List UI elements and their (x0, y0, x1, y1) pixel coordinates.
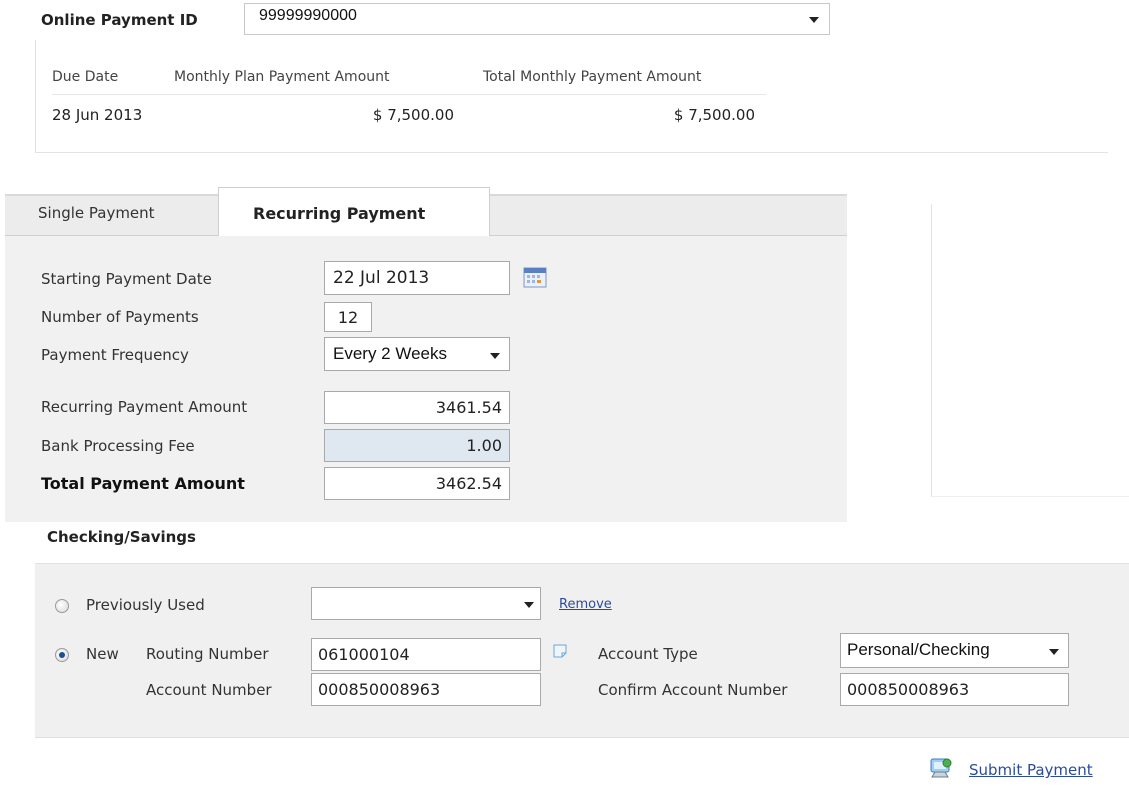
bank-processing-fee-label: Bank Processing Fee (41, 437, 195, 455)
table-cell-monthly-plan-amount: $ 7,500.00 (372, 106, 454, 124)
submit-payment-link[interactable]: Submit Payment (969, 761, 1093, 779)
submit-payment-icon[interactable] (929, 757, 953, 779)
confirm-account-number-field[interactable]: 000850008963 (840, 673, 1069, 706)
due-summary-panel (35, 40, 1108, 153)
total-payment-amount-field: 3462.54 (324, 467, 510, 500)
number-of-payments-field[interactable]: 12 (324, 302, 372, 332)
payment-frequency-select[interactable]: Every 2 Weeks (324, 337, 510, 371)
new-account-label: New (86, 645, 119, 663)
tab-single-payment[interactable]: Single Payment (38, 204, 155, 222)
calendar-icon[interactable] (523, 266, 547, 288)
new-account-radio[interactable] (55, 648, 69, 662)
online-payment-id-value: 99999990000 (259, 7, 357, 24)
previously-used-select[interactable] (311, 587, 541, 620)
tab-recurring-payment[interactable]: Recurring Payment (218, 187, 490, 237)
account-number-field[interactable]: 000850008963 (311, 673, 541, 706)
total-payment-amount-label: Total Payment Amount (41, 474, 245, 493)
table-cell-due-date: 28 Jun 2013 (52, 106, 143, 124)
account-type-value: Personal/Checking (847, 640, 990, 659)
previously-used-radio[interactable] (55, 599, 69, 613)
payment-frequency-value: Every 2 Weeks (333, 344, 448, 363)
table-cell-total-monthly-amount: $ 7,500.00 (673, 106, 755, 124)
starting-payment-date-field[interactable]: 22 Jul 2013 (324, 261, 510, 295)
account-type-select[interactable]: Personal/Checking (840, 633, 1069, 668)
checking-savings-title: Checking/Savings (47, 528, 196, 546)
chevron-down-icon (809, 17, 819, 23)
payment-frequency-label: Payment Frequency (41, 346, 189, 364)
online-payment-id-select[interactable]: 99999990000 (244, 3, 830, 35)
column-header-monthly-plan-amount: Monthly Plan Payment Amount (174, 69, 390, 85)
chevron-down-icon (524, 602, 534, 608)
account-type-label: Account Type (598, 645, 698, 663)
recurring-payment-amount-label: Recurring Payment Amount (41, 398, 248, 416)
account-number-label: Account Number (146, 681, 272, 699)
chevron-down-icon (490, 353, 500, 359)
side-panel (931, 204, 1129, 497)
starting-payment-date-label: Starting Payment Date (41, 270, 212, 288)
column-header-due-date: Due Date (52, 69, 119, 85)
previously-used-label: Previously Used (86, 596, 205, 614)
confirm-account-number-label: Confirm Account Number (598, 681, 788, 699)
recurring-payment-amount-field[interactable]: 3461.54 (324, 391, 510, 424)
online-payment-id-label: Online Payment ID (41, 11, 198, 29)
column-header-total-monthly-amount: Total Monthly Payment Amount (483, 69, 702, 85)
routing-number-field[interactable]: 061000104 (311, 638, 541, 671)
remove-link[interactable]: Remove (559, 597, 612, 612)
bank-processing-fee-field: 1.00 (324, 429, 510, 462)
routing-help-icon[interactable] (552, 643, 568, 659)
number-of-payments-label: Number of Payments (41, 308, 199, 326)
tab-recurring-payment-label: Recurring Payment (253, 204, 426, 223)
chevron-down-icon (1049, 649, 1059, 655)
routing-number-label: Routing Number (146, 645, 269, 663)
table-divider (52, 94, 766, 95)
